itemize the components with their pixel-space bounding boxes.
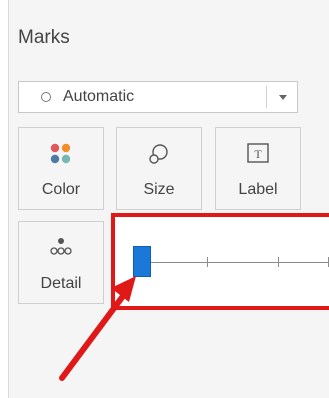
svg-text:T: T — [254, 147, 262, 161]
marks-title: Marks — [18, 27, 70, 48]
circle-icon — [41, 92, 51, 102]
size-icon — [147, 142, 171, 171]
slider-tick — [207, 257, 208, 267]
label-icon: T — [246, 142, 270, 169]
label-card-label: Label — [238, 181, 278, 198]
detail-card-label: Detail — [40, 275, 82, 292]
size-slider-handle[interactable] — [133, 246, 151, 277]
label-card[interactable]: T Label — [215, 127, 301, 210]
color-dots-icon — [49, 142, 73, 171]
size-slider-track[interactable] — [133, 262, 329, 263]
size-card[interactable]: Size — [116, 127, 202, 210]
size-slider-popup — [111, 213, 329, 310]
detail-dots-icon — [49, 236, 73, 263]
mark-type-label: Automatic — [63, 88, 135, 105]
slider-tick — [278, 257, 279, 267]
dropdown-divider — [266, 86, 267, 108]
dropdown-arrow-icon[interactable] — [279, 95, 287, 100]
detail-card[interactable]: Detail — [18, 221, 104, 304]
color-card-label: Color — [41, 181, 81, 198]
size-card-label: Size — [143, 181, 175, 198]
mark-type-dropdown[interactable]: Automatic — [18, 81, 298, 113]
color-card[interactable]: Color — [18, 127, 104, 210]
